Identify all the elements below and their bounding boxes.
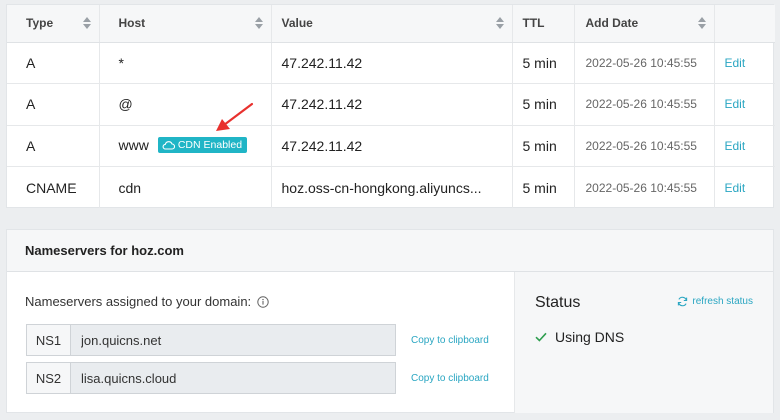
nameserver-tag: NS2	[26, 362, 70, 394]
cloud-icon	[162, 141, 175, 150]
status-panel: Status refresh status Using DNS	[514, 272, 773, 413]
record-add-date: 2022-05-26 10:45:55	[574, 42, 715, 84]
edit-link[interactable]: Edit	[725, 139, 746, 153]
column-header-add-date[interactable]: Add Date	[574, 5, 715, 43]
record-actions: Edit	[714, 42, 775, 84]
record-ttl: 5 min	[512, 166, 575, 208]
nameserver-row: NS2 Copy to clipboard	[26, 362, 489, 394]
nameservers-assigned-label: Nameservers assigned to your domain:	[25, 294, 252, 309]
record-value: 47.242.11.42	[271, 83, 513, 126]
record-host: cdn	[99, 166, 272, 208]
status-value: Using DNS	[555, 329, 625, 345]
nameservers-card: Nameservers for hoz.com Nameservers assi…	[6, 229, 774, 413]
copy-to-clipboard-link[interactable]: Copy to clipboard	[411, 373, 489, 384]
column-header-actions	[714, 5, 775, 43]
edit-link[interactable]: Edit	[725, 181, 746, 195]
record-host: *	[99, 42, 272, 84]
refresh-icon	[678, 296, 688, 307]
sort-icon[interactable]	[495, 17, 504, 30]
record-type: A	[7, 125, 100, 167]
nameserver-row: NS1 Copy to clipboard	[26, 324, 489, 356]
nameserver-tag: NS1	[26, 324, 70, 356]
edit-link[interactable]: Edit	[725, 97, 746, 111]
nameservers-assigned: Nameservers assigned to your domain:	[25, 294, 514, 309]
record-add-date: 2022-05-26 10:45:55	[574, 166, 715, 208]
record-actions: Edit	[714, 125, 775, 167]
record-type: A	[7, 42, 100, 84]
refresh-status-label: refresh status	[692, 296, 753, 307]
table-header-row: Type Host Value TTL Add Date	[7, 5, 775, 43]
nameservers-title: Nameservers for hoz.com	[25, 243, 184, 258]
record-value: 47.242.11.42	[271, 42, 513, 84]
status-indicator: Using DNS	[535, 329, 624, 345]
column-header-label: Type	[26, 16, 54, 31]
column-header-label: Value	[281, 16, 313, 31]
record-type: CNAME	[7, 166, 100, 208]
record-host: www	[118, 137, 149, 154]
record-add-date: 2022-05-26 10:45:55	[574, 83, 715, 126]
table-row: A @ 47.242.11.42 5 min 2022-05-26 10:45:…	[7, 83, 775, 126]
sort-icon[interactable]	[82, 17, 91, 30]
record-host: @	[99, 83, 272, 126]
dns-records-table: Type Host Value TTL Add Date A * 47.242.…	[7, 5, 775, 208]
column-header-label: Host	[118, 16, 146, 31]
column-header-value[interactable]: Value	[271, 5, 513, 43]
cdn-enabled-badge: CDN Enabled	[157, 137, 248, 154]
status-title: Status	[535, 294, 581, 311]
record-type: A	[7, 83, 100, 126]
column-header-ttl: TTL	[512, 5, 575, 43]
table-row: A * 47.242.11.42 5 min 2022-05-26 10:45:…	[7, 42, 775, 84]
table-row: A www CDN Enabled 47.242.11.42 5 min 2022…	[7, 125, 775, 167]
record-host-cell: www CDN Enabled	[99, 125, 272, 167]
record-add-date: 2022-05-26 10:45:55	[574, 125, 715, 167]
sort-icon[interactable]	[697, 17, 706, 30]
record-ttl: 5 min	[512, 42, 575, 84]
column-header-host[interactable]: Host	[99, 5, 272, 43]
info-icon[interactable]	[257, 295, 269, 308]
record-ttl: 5 min	[512, 125, 575, 167]
nameservers-body: Nameservers assigned to your domain: NS1…	[7, 272, 773, 413]
nameservers-header: Nameservers for hoz.com	[7, 230, 773, 272]
check-icon	[535, 332, 547, 342]
record-value: hoz.oss-cn-hongkong.aliyuncs...	[271, 166, 513, 208]
record-actions: Edit	[714, 167, 775, 209]
column-header-label: TTL	[522, 16, 545, 31]
record-value: 47.242.11.42	[271, 125, 513, 167]
record-ttl: 5 min	[512, 83, 575, 126]
sort-icon[interactable]	[254, 17, 263, 30]
dns-records-card: Type Host Value TTL Add Date A * 47.242.…	[6, 4, 775, 208]
edit-link[interactable]: Edit	[725, 56, 746, 70]
nameserver-input[interactable]	[70, 362, 396, 394]
nameserver-input[interactable]	[70, 324, 396, 356]
cdn-badge-label: CDN Enabled	[177, 139, 243, 152]
refresh-status-link[interactable]: refresh status	[677, 296, 753, 307]
column-header-type[interactable]: Type	[7, 5, 100, 43]
table-row: CNAME cdn hoz.oss-cn-hongkong.aliyuncs..…	[7, 166, 775, 209]
record-actions: Edit	[714, 83, 775, 126]
copy-to-clipboard-link[interactable]: Copy to clipboard	[411, 335, 489, 346]
column-header-label: Add Date	[585, 16, 639, 31]
